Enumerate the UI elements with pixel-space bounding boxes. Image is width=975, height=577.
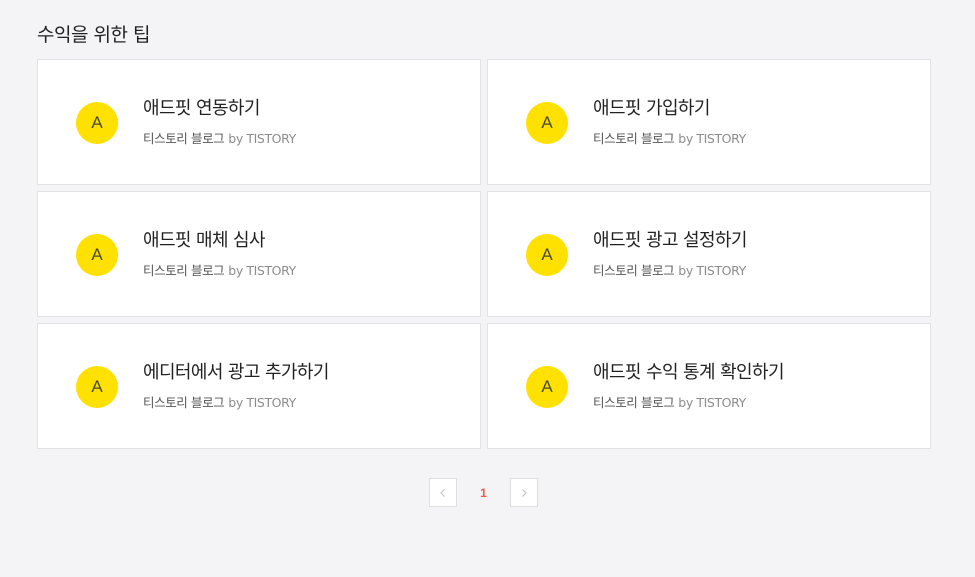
prev-page-button[interactable] bbox=[429, 478, 457, 507]
section-title: 수익을 위한 팁 bbox=[37, 24, 150, 46]
blog-avatar: A bbox=[526, 366, 568, 408]
chevron-right-icon bbox=[522, 488, 527, 497]
blog-name: 티스토리 블로그 bbox=[593, 395, 675, 410]
tip-meta: 티스토리 블로그 by TISTORY bbox=[143, 262, 296, 280]
chevron-left-icon bbox=[440, 488, 445, 497]
tip-title[interactable]: 애드핏 수익 통계 확인하기 bbox=[593, 361, 785, 385]
author-label: by TISTORY bbox=[678, 263, 746, 278]
tip-meta: 티스토리 블로그 by TISTORY bbox=[143, 394, 296, 412]
tip-card-adfit-review[interactable]: A 애드핏 매체 심사 티스토리 블로그 by TISTORY bbox=[37, 191, 481, 317]
tip-meta: 티스토리 블로그 by TISTORY bbox=[593, 262, 746, 280]
blog-avatar: A bbox=[76, 234, 118, 276]
tip-title[interactable]: 애드핏 연동하기 bbox=[143, 97, 260, 121]
blog-avatar: A bbox=[76, 366, 118, 408]
tip-card-editor-add-ad[interactable]: A 에디터에서 광고 추가하기 티스토리 블로그 by TISTORY bbox=[37, 323, 481, 449]
blog-name: 티스토리 블로그 bbox=[143, 263, 225, 278]
tip-meta: 티스토리 블로그 by TISTORY bbox=[593, 130, 746, 148]
current-page-number[interactable]: 1 bbox=[457, 486, 510, 500]
tip-meta: 티스토리 블로그 by TISTORY bbox=[593, 394, 746, 412]
next-page-button[interactable] bbox=[510, 478, 538, 507]
author-label: by TISTORY bbox=[228, 395, 296, 410]
pagination: 1 bbox=[429, 478, 538, 507]
blog-name: 티스토리 블로그 bbox=[143, 131, 225, 146]
tip-card-adfit-stats[interactable]: A 애드핏 수익 통계 확인하기 티스토리 블로그 by TISTORY bbox=[487, 323, 931, 449]
blog-name: 티스토리 블로그 bbox=[593, 263, 675, 278]
tip-card-adfit-signup[interactable]: A 애드핏 가입하기 티스토리 블로그 by TISTORY bbox=[487, 59, 931, 185]
blog-avatar: A bbox=[526, 234, 568, 276]
tip-meta: 티스토리 블로그 by TISTORY bbox=[143, 130, 296, 148]
author-label: by TISTORY bbox=[228, 131, 296, 146]
author-label: by TISTORY bbox=[228, 263, 296, 278]
blog-avatar: A bbox=[76, 102, 118, 144]
blog-name: 티스토리 블로그 bbox=[143, 395, 225, 410]
tip-card-adfit-link[interactable]: A 애드핏 연동하기 티스토리 블로그 by TISTORY bbox=[37, 59, 481, 185]
tip-card-adfit-ad-settings[interactable]: A 애드핏 광고 설정하기 티스토리 블로그 by TISTORY bbox=[487, 191, 931, 317]
blog-avatar: A bbox=[526, 102, 568, 144]
author-label: by TISTORY bbox=[678, 395, 746, 410]
tip-title[interactable]: 애드핏 가입하기 bbox=[593, 97, 710, 121]
blog-name: 티스토리 블로그 bbox=[593, 131, 675, 146]
tip-title[interactable]: 에디터에서 광고 추가하기 bbox=[143, 361, 329, 385]
tip-title[interactable]: 애드핏 매체 심사 bbox=[143, 229, 266, 253]
tips-grid: A 애드핏 연동하기 티스토리 블로그 by TISTORY A 애드핏 가입하기… bbox=[37, 59, 931, 449]
tip-title[interactable]: 애드핏 광고 설정하기 bbox=[593, 229, 747, 253]
author-label: by TISTORY bbox=[678, 131, 746, 146]
